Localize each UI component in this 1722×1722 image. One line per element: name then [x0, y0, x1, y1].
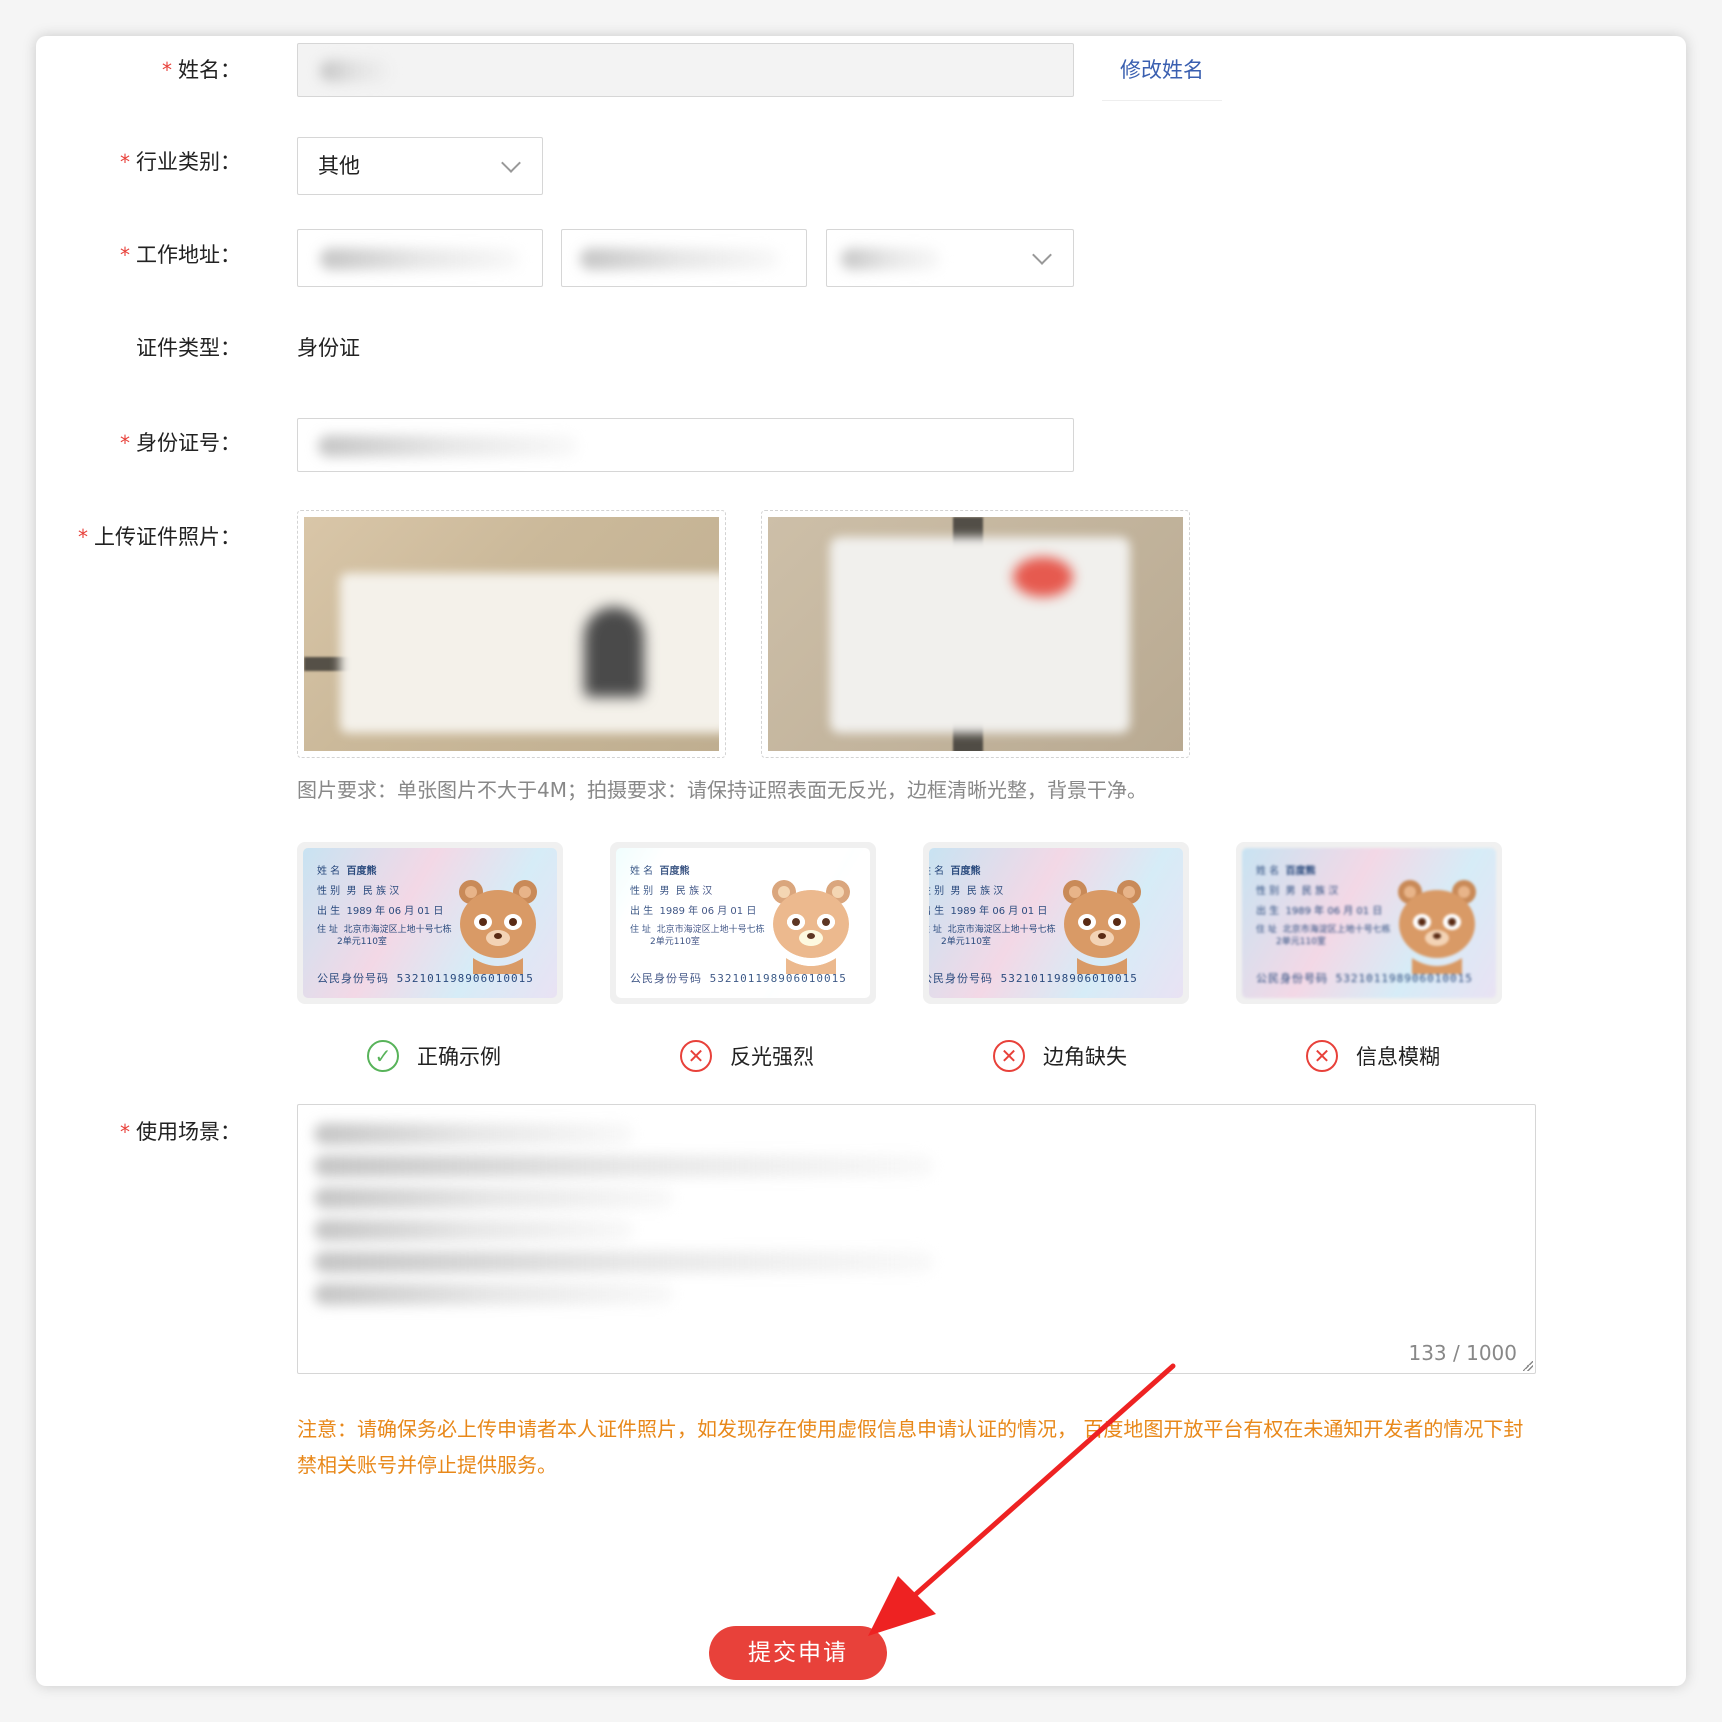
- annotation-arrow: [868, 1363, 1176, 1636]
- form-card: * 姓名： 修改姓名 * 行业类别： 其他 * 工作地址： 证件类型： 身份证 * 身份…: [36, 36, 1686, 1686]
